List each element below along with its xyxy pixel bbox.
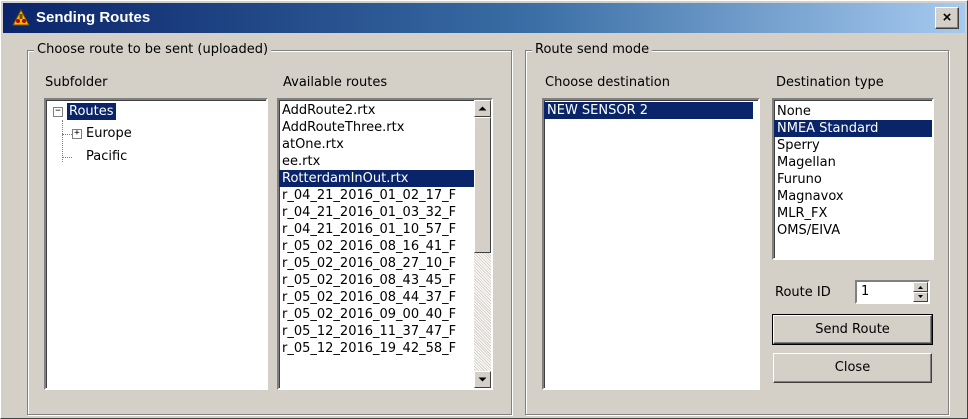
route-list-item[interactable]: atOne.rtx bbox=[279, 136, 474, 153]
route-id-value[interactable]: 1 bbox=[861, 284, 869, 299]
destination-type-item[interactable]: MLR_FX bbox=[774, 205, 932, 222]
spin-down-icon bbox=[918, 295, 923, 298]
scroll-thumb[interactable] bbox=[474, 117, 491, 253]
spin-up-icon bbox=[918, 286, 923, 289]
route-list-item[interactable]: AddRoute2.rtx bbox=[279, 102, 474, 119]
tree-node-pacific[interactable]: Pacific bbox=[84, 148, 129, 165]
route-list-item[interactable]: r_04_21_2016_01_03_32_F bbox=[279, 204, 474, 221]
available-routes-label: Available routes bbox=[283, 75, 388, 90]
route-send-mode-legend: Route send mode bbox=[532, 42, 653, 57]
destination-type-item[interactable]: Magellan bbox=[774, 154, 932, 171]
close-label: Close bbox=[834, 360, 871, 375]
tree-guide-line bbox=[62, 157, 72, 158]
route-list-item[interactable]: r_05_12_2016_19_42_58_F bbox=[279, 340, 474, 357]
expand-icon[interactable]: + bbox=[72, 129, 82, 139]
destination-type-item[interactable]: Sperry bbox=[774, 137, 932, 154]
types-items: None NMEA Standard Sperry Magellan Furuno Mag… bbox=[774, 103, 932, 239]
choose-destination-label: Choose destination bbox=[545, 75, 670, 90]
destination-type-item[interactable]: OMS/EIVA bbox=[774, 222, 932, 239]
spin-up-button[interactable] bbox=[913, 282, 928, 292]
destination-type-item[interactable]: Magnavox bbox=[774, 188, 932, 205]
route-list-item[interactable]: r_05_02_2016_08_16_41_F bbox=[279, 238, 474, 255]
scroll-down-button[interactable] bbox=[474, 371, 491, 388]
spin-down-button[interactable] bbox=[913, 292, 928, 302]
route-list-item[interactable]: r_04_21_2016_01_02_17_F bbox=[279, 187, 474, 204]
available-routes-list[interactable]: AddRoute2.rtx AddRouteThree.rtx atOne.rtx e… bbox=[277, 98, 493, 390]
destination-type-list[interactable]: None NMEA Standard Sperry Magellan Furuno Mag… bbox=[772, 98, 934, 260]
send-route-label: Send Route bbox=[815, 322, 890, 337]
destination-type-item[interactable]: Furuno bbox=[774, 171, 932, 188]
route-list-item[interactable]: r_05_02_2016_09_00_40_F bbox=[279, 306, 474, 323]
window-title: Sending Routes bbox=[36, 9, 151, 26]
routes-scrollbar[interactable] bbox=[474, 100, 491, 388]
route-id-label: Route ID bbox=[775, 285, 831, 300]
close-button[interactable]: Close bbox=[773, 353, 932, 383]
tree-node-routes[interactable]: Routes bbox=[67, 103, 116, 120]
destination-item[interactable]: NEW SENSOR 2 bbox=[544, 102, 753, 119]
destination-type-item[interactable]: None bbox=[774, 103, 932, 120]
tree-node-europe[interactable]: Europe bbox=[84, 125, 134, 142]
route-id-spinner[interactable]: 1 bbox=[855, 280, 930, 304]
send-route-button[interactable]: Send Route bbox=[772, 314, 933, 345]
title-bar: Sending Routes × bbox=[3, 3, 965, 33]
route-app-icon bbox=[12, 9, 30, 26]
arrow-down-icon bbox=[478, 377, 487, 382]
route-list-item[interactable]: r_04_21_2016_01_10_57_F bbox=[279, 221, 474, 238]
arrow-up-icon bbox=[478, 106, 487, 111]
close-icon: × bbox=[942, 9, 952, 26]
subfolder-label: Subfolder bbox=[45, 75, 108, 90]
choose-route-legend: Choose route to be sent (uploaded) bbox=[34, 42, 272, 57]
tree-guide-line bbox=[62, 120, 63, 162]
route-list-item[interactable]: ee.rtx bbox=[279, 153, 474, 170]
route-list-item[interactable]: r_05_02_2016_08_44_37_F bbox=[279, 289, 474, 306]
route-list-item[interactable]: r_05_02_2016_08_43_45_F bbox=[279, 272, 474, 289]
scroll-up-button[interactable] bbox=[474, 100, 491, 117]
collapse-icon[interactable]: − bbox=[53, 107, 63, 117]
route-list-item[interactable]: RotterdamInOut.rtx bbox=[279, 170, 474, 187]
destination-list[interactable]: NEW SENSOR 2 bbox=[542, 98, 760, 390]
close-window-button[interactable]: × bbox=[935, 7, 959, 29]
subfolder-tree[interactable]: − Routes + Europe Pacific bbox=[44, 98, 268, 390]
route-list-item[interactable]: r_05_02_2016_08_27_10_F bbox=[279, 255, 474, 272]
destination-type-label: Destination type bbox=[776, 75, 884, 90]
route-list-item[interactable]: r_05_12_2016_11_37_47_F bbox=[279, 323, 474, 340]
route-list-item[interactable]: AddRouteThree.rtx bbox=[279, 119, 474, 136]
tree-guide-line bbox=[62, 134, 72, 135]
routes-items: AddRoute2.rtx AddRouteThree.rtx atOne.rtx e… bbox=[279, 102, 474, 357]
sending-routes-dialog: Sending Routes × Choose route to be sent… bbox=[0, 0, 968, 419]
destination-type-item[interactable]: NMEA Standard bbox=[774, 120, 932, 137]
